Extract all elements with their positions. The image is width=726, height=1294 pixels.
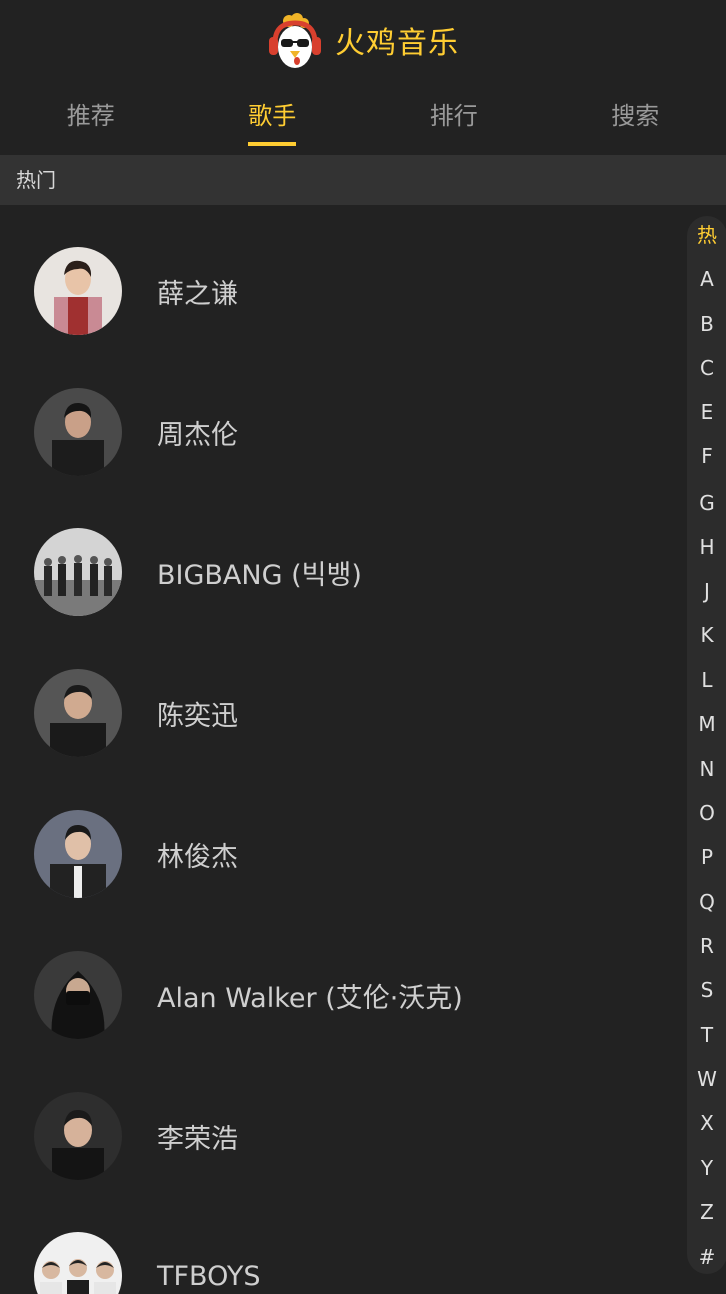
app-title: 火鸡音乐 [335,26,459,61]
list-item[interactable]: 陈奕迅 [34,669,238,757]
tab-singer[interactable]: 歌手 [182,80,364,154]
index-item-hash[interactable]: # [687,1245,726,1269]
tab-recommend[interactable]: 推荐 [0,80,182,154]
index-item-r[interactable]: R [687,934,726,958]
index-item-e[interactable]: E [687,400,726,424]
singer-name: 陈奕迅 [157,700,238,732]
list-item[interactable]: BIGBANG (빅뱅) [34,528,362,616]
index-item-j[interactable]: J [687,579,726,603]
group-title: 热门 [0,155,726,205]
singer-name: 李荣浩 [157,1123,238,1155]
index-item-f[interactable]: F [687,444,726,468]
tab-search[interactable]: 搜索 [545,80,726,154]
avatar [34,388,122,476]
tab-rank[interactable]: 排行 [363,80,545,154]
avatar [34,810,122,898]
index-item-g[interactable]: G [687,491,726,515]
index-item-c[interactable]: C [687,356,726,380]
avatar [34,951,122,1039]
avatar [34,669,122,757]
list-item[interactable]: 李荣浩 [34,1092,238,1180]
turkey-logo-icon [269,13,321,68]
index-item-z[interactable]: Z [687,1200,726,1224]
avatar [34,1092,122,1180]
avatar [34,1232,122,1294]
tab-bar: 推荐 歌手 排行 搜索 [0,80,726,154]
list-item[interactable]: Alan Walker (艾伦·沃克) [34,951,463,1039]
list-item[interactable]: TFBOYS [34,1232,260,1294]
tab-label: 搜索 [611,102,660,130]
tab-label: 推荐 [66,102,115,130]
index-item-l[interactable]: L [687,668,726,692]
index-item-b[interactable]: B [687,312,726,336]
app-header: 火鸡音乐 [0,0,726,80]
index-item-k[interactable]: K [687,623,726,647]
alphabet-index[interactable]: 热 A B C E F G H J K L M N O P Q R S T W … [687,216,726,1274]
index-item-h[interactable]: H [687,535,726,559]
music-app: 火鸡音乐 推荐 歌手 排行 搜索 热门 薛之谦 周杰伦 BIGBANG (빅뱅)… [0,0,726,1294]
index-item-t[interactable]: T [687,1023,726,1047]
index-item-w[interactable]: W [687,1067,726,1091]
list-item[interactable]: 林俊杰 [34,810,238,898]
singer-name: BIGBANG (빅뱅) [157,559,362,591]
tab-label: 排行 [429,102,478,130]
tab-label: 歌手 [248,100,297,146]
index-item-n[interactable]: N [687,757,726,781]
index-item-s[interactable]: S [687,978,726,1002]
index-item-a[interactable]: A [687,267,726,291]
index-item-m[interactable]: M [687,712,726,736]
index-item-y[interactable]: Y [687,1156,726,1180]
list-item[interactable]: 薛之谦 [34,247,238,335]
index-item-hot[interactable]: 热 [687,223,726,247]
avatar [34,528,122,616]
list-item[interactable]: 周杰伦 [34,388,238,476]
singer-name: 周杰伦 [157,419,238,451]
index-item-p[interactable]: P [687,845,726,869]
singer-name: 薛之谦 [157,278,238,310]
singer-name: Alan Walker (艾伦·沃克) [157,982,463,1014]
singer-name: 林俊杰 [157,841,238,873]
singer-name: TFBOYS [157,1260,261,1292]
index-item-x[interactable]: X [687,1111,726,1135]
singer-list[interactable]: 薛之谦 周杰伦 BIGBANG (빅뱅) 陈奕迅 林俊杰 Alan Walker… [0,205,680,1294]
index-item-q[interactable]: Q [687,890,726,914]
avatar [34,247,122,335]
index-item-o[interactable]: O [687,801,726,825]
